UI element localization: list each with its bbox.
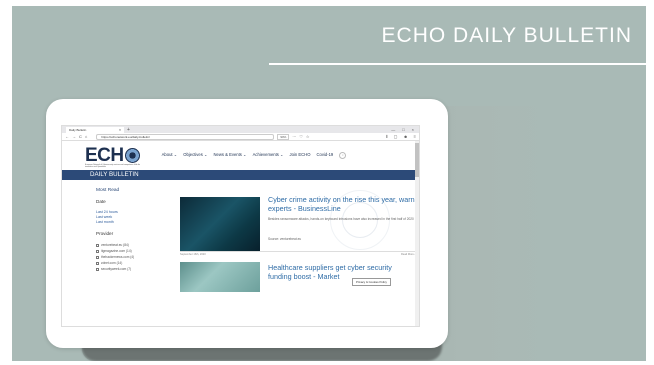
page-content: Most Read Date Last 24 hours Last week L…	[62, 180, 419, 326]
logo-globe-icon	[124, 148, 140, 163]
menu-icon[interactable]: ≡	[414, 134, 416, 139]
article-card: Cyber crime activity on the rise this ye…	[180, 190, 416, 258]
pocket-icon[interactable]: ♡	[299, 134, 303, 139]
home-icon[interactable]: ⌂	[85, 134, 87, 139]
logo-subtitle: European Network of Cybersecurity centre…	[85, 164, 140, 168]
browser-screen: Daily Bulletin × + — □ × ← → C ⌂ https:/…	[61, 125, 420, 327]
echo-logo[interactable]: ECH	[85, 146, 140, 165]
menu-item-covid-19[interactable]: Covid-19	[317, 152, 334, 159]
account-icon[interactable]: ☻	[403, 134, 407, 139]
library-icon[interactable]: ⫴	[386, 134, 388, 139]
site-header: ECH European Network of Cybersecurity ce…	[62, 141, 419, 170]
provider-label: securityweek.com (7)	[101, 267, 132, 271]
article-thumbnail[interactable]	[180, 197, 260, 251]
main-menu: About ⌄ Objectives ⌄ News & Events ⌄ Ach…	[162, 152, 347, 159]
tab-close-icon[interactable]: ×	[119, 127, 121, 133]
tab-title: Daily Bulletin	[69, 127, 87, 132]
date-filter-month[interactable]: Last month	[96, 220, 166, 225]
scrollbar-thumb[interactable]	[415, 143, 419, 177]
menu-item-join-echo[interactable]: Join ECHO	[290, 152, 311, 159]
most-read-link[interactable]: Most Read	[96, 188, 166, 193]
checkbox-icon[interactable]	[96, 249, 99, 253]
title-underline	[269, 63, 646, 65]
filter-sidebar: Most Read Date Last 24 hours Last week L…	[96, 188, 166, 272]
menu-item-about[interactable]: About ⌄	[162, 152, 178, 159]
browser-tab-bar: Daily Bulletin × + — □ ×	[62, 126, 419, 133]
checkbox-icon[interactable]	[96, 243, 99, 247]
provider-filter-label: Provider	[96, 231, 114, 236]
forward-icon[interactable]: →	[72, 134, 76, 139]
maximize-icon[interactable]: □	[402, 127, 404, 132]
window-controls: — □ ×	[391, 127, 419, 132]
article-description: Besides ransomware attacks, hands-on key…	[268, 217, 414, 221]
bookmark-star-icon[interactable]: ☆	[306, 134, 310, 139]
provider-checkbox[interactable]: securityweek.com (7)	[96, 266, 166, 272]
browser-nav-bar: ← → C ⌂ https://echonetwork.eu/daily-bul…	[62, 133, 419, 141]
checkbox-icon[interactable]	[96, 261, 99, 265]
article-title-link[interactable]: Cyber crime activity on the rise this ye…	[268, 195, 416, 213]
close-window-icon[interactable]: ×	[412, 127, 414, 132]
sidebar-icon[interactable]: ▢	[394, 134, 398, 139]
article-source: Source: venturebeat.eu	[268, 237, 302, 241]
browser-tab[interactable]: Daily Bulletin ×	[66, 126, 124, 133]
page-scrollbar[interactable]	[415, 141, 419, 326]
reload-icon[interactable]: C	[79, 134, 82, 139]
article-date: September 16th, 2020	[180, 253, 206, 256]
checkbox-icon[interactable]	[96, 255, 99, 259]
article-thumbnail[interactable]	[180, 262, 260, 292]
slide-background: ECHO DAILY BULLETIN Daily Bulletin × + —…	[12, 6, 646, 361]
article-footer: September 16th, 2020 Read More »	[180, 251, 416, 256]
slide-title: ECHO DAILY BULLETIN	[381, 24, 632, 47]
page-actions-icon[interactable]: ···	[292, 134, 296, 139]
back-icon[interactable]: ←	[65, 134, 69, 139]
url-bar[interactable]: https://echonetwork.eu/daily-bulletin/	[96, 133, 275, 140]
menu-item-achievements[interactable]: Achievements ⌄	[253, 152, 284, 159]
logo-text: ECH	[85, 145, 124, 166]
search-icon[interactable]: ⌕	[339, 152, 347, 159]
minimize-icon[interactable]: —	[391, 127, 395, 132]
read-more-link[interactable]: Read More »	[401, 253, 416, 256]
privacy-cookies-button[interactable]: Privacy & Cookies Policy	[352, 278, 391, 286]
zoom-level[interactable]: 90%	[277, 133, 290, 140]
menu-item-news-events[interactable]: News & Events ⌄	[213, 152, 246, 159]
toolbar-icons: ⫴ ▢ ☻ ≡	[386, 134, 416, 139]
article-title-link[interactable]: Healthcare suppliers get cyber security …	[268, 263, 416, 281]
date-filter-label: Date	[96, 199, 106, 204]
section-title-bar: DAILY BULLETIN	[62, 170, 419, 180]
article-list: Cyber crime activity on the rise this ye…	[180, 190, 416, 326]
tablet-frame: Daily Bulletin × + — □ × ← → C ⌂ https:/…	[46, 99, 448, 348]
new-tab-icon[interactable]: +	[127, 127, 130, 133]
article-card: Healthcare suppliers get cyber security …	[180, 258, 416, 326]
checkbox-icon[interactable]	[96, 267, 99, 271]
menu-item-objectives[interactable]: Objectives ⌄	[183, 152, 207, 159]
